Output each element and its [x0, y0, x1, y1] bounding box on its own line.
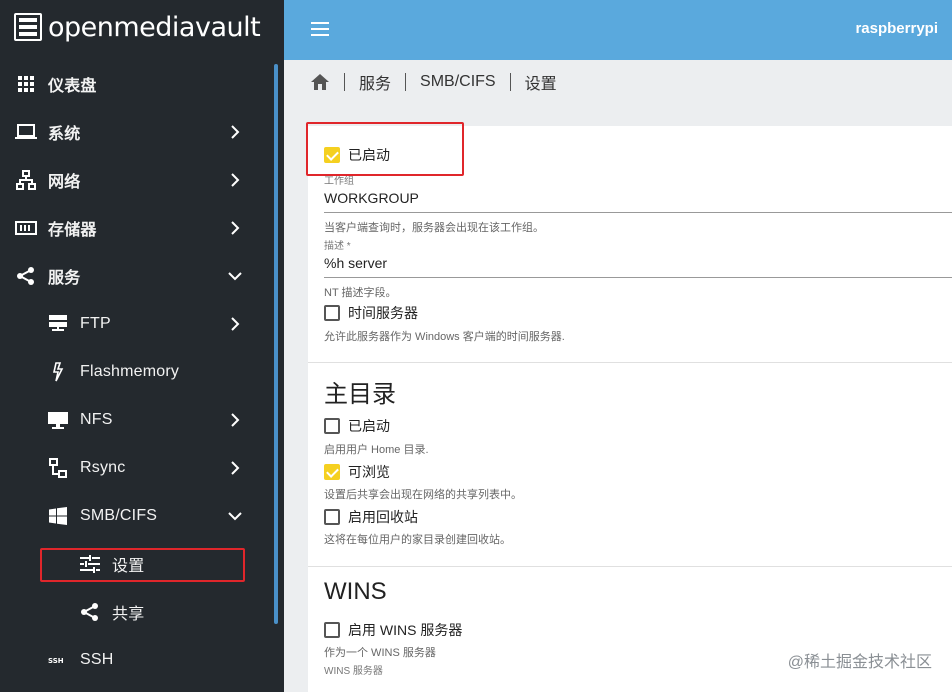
sidebar-item-label: 网络 [48, 174, 81, 191]
description-hint: NT 描述字段。 [324, 287, 397, 299]
recycle-hint: 这将在每位用户的家目录创建回收站。 [324, 534, 511, 546]
breadcrumb-item-current: 设置 [524, 76, 557, 93]
share-icon [14, 264, 38, 288]
breadcrumb-separator [509, 73, 511, 91]
sidebar-item-label: 共享 [112, 606, 145, 623]
breadcrumb-separator [405, 73, 407, 91]
home-icon[interactable] [310, 73, 330, 91]
sidebar-item-label: 仪表盘 [48, 78, 97, 95]
sidebar-item-label: FTP [80, 315, 111, 332]
sidebar-item-label: 服务 [48, 270, 81, 287]
sidebar-item-label: SMB/CIFS [80, 507, 158, 524]
sidebar-item-ftp[interactable]: FTP [0, 300, 270, 348]
flash-icon [46, 360, 70, 384]
sidebar-item-smb-shares[interactable]: 共享 [0, 588, 270, 636]
home-enabled-checkbox-row[interactable]: 已启动 [324, 416, 390, 436]
checkbox-label: 时间服务器 [348, 305, 418, 321]
laptop-icon [14, 120, 38, 144]
sidebar-item-dashboard[interactable]: 仪表盘 [0, 60, 270, 108]
recycle-checkbox[interactable] [324, 509, 340, 525]
wins-checkbox[interactable] [324, 622, 340, 638]
breadcrumb-item[interactable]: 服务 [359, 70, 391, 94]
enabled-highlight-box [306, 122, 464, 176]
wins-server-label: WINS 服务器 [324, 666, 383, 677]
watermark: @稀土掘金技术社区 [787, 654, 932, 671]
chevron-right-icon [226, 411, 244, 429]
sidebar-item-label: Rsync [80, 459, 126, 476]
menu-icon[interactable] [311, 22, 329, 36]
dashboard-grid-icon [14, 72, 38, 96]
chevron-down-icon [226, 507, 244, 525]
network-icon [14, 168, 38, 192]
hostname[interactable]: raspberrypi [855, 20, 938, 37]
checkbox-label: 启用回收站 [348, 509, 418, 525]
sidebar-item-ssh[interactable]: SSH SSH [0, 636, 270, 684]
sidebar-item-label: Flashmemory [80, 363, 180, 380]
chevron-right-icon [226, 315, 244, 333]
workgroup-field[interactable]: WORKGROUP [324, 190, 419, 206]
wins-section-title: WINS [324, 578, 387, 605]
sitemap-icon [46, 456, 70, 480]
active-item-highlight [40, 548, 245, 582]
sidebar-item-rsync[interactable]: Rsync [0, 444, 270, 492]
sidebar-item-services[interactable]: 服务 [0, 252, 270, 300]
browsable-checkbox-row[interactable]: 可浏览 [324, 462, 390, 482]
breadcrumb: 服务 SMB/CIFS 设置 [300, 62, 557, 102]
storage-icon [14, 216, 38, 240]
description-field[interactable]: %h server [324, 255, 387, 271]
breadcrumb-item[interactable]: SMB/CIFS [420, 73, 496, 91]
description-label: 描述 * [324, 241, 351, 252]
checkbox-label: 可浏览 [348, 464, 390, 480]
home-enabled-hint: 启用用户 Home 目录. [324, 444, 429, 456]
chevron-right-icon [226, 219, 244, 237]
checkbox-label: 启用 WINS 服务器 [348, 622, 463, 638]
browsable-checkbox[interactable] [324, 464, 340, 480]
sidebar-item-label: 系统 [48, 126, 81, 143]
top-bar: raspberrypi [284, 0, 952, 60]
home-enabled-checkbox[interactable] [324, 418, 340, 434]
sidebar: openmediavault 仪表盘 系统 网络 存储器 服务 FTP Flas… [0, 0, 284, 692]
windows-icon [46, 504, 70, 528]
time-server-checkbox-row[interactable]: 时间服务器 [324, 303, 418, 323]
wins-hint: 作为一个 WINS 服务器 [324, 647, 436, 659]
chevron-down-icon [226, 267, 244, 285]
chevron-right-icon [226, 123, 244, 141]
home-section-title: 主目录 [324, 381, 396, 408]
section-divider [308, 566, 952, 567]
recycle-checkbox-row[interactable]: 启用回收站 [324, 507, 418, 527]
sidebar-item-network[interactable]: 网络 [0, 156, 270, 204]
sidebar-scrollbar[interactable] [274, 64, 278, 624]
chevron-right-icon [226, 459, 244, 477]
time-server-hint: 允许此服务器作为 Windows 客户端的时间服务器. [324, 331, 565, 343]
ssh-icon: SSH [46, 648, 70, 672]
svg-text:SSH: SSH [48, 657, 64, 665]
monitor-icon [46, 408, 70, 432]
browsable-hint: 设置后共享会出现在网络的共享列表中。 [324, 489, 522, 501]
sidebar-item-storage[interactable]: 存储器 [0, 204, 270, 252]
settings-card: 已启动 工作组 WORKGROUP 当客户端查询时，服务器会出现在该工作组。 描… [308, 126, 952, 692]
sidebar-item-system[interactable]: 系统 [0, 108, 270, 156]
wins-checkbox-row[interactable]: 启用 WINS 服务器 [324, 620, 462, 640]
workgroup-hint: 当客户端查询时，服务器会出现在该工作组。 [324, 222, 544, 234]
sidebar-item-nfs[interactable]: NFS [0, 396, 270, 444]
field-underline [324, 277, 952, 278]
logo[interactable]: openmediavault [14, 10, 261, 44]
sidebar-item-label: SSH [80, 651, 114, 668]
sidebar-item-flashmemory[interactable]: Flashmemory [0, 348, 270, 396]
breadcrumb-separator [344, 73, 345, 91]
section-divider [308, 362, 952, 363]
omv-logo-icon [14, 13, 42, 41]
checkbox-label: 已启动 [348, 418, 390, 434]
sidebar-item-label: NFS [80, 411, 113, 428]
sidebar-item-smb-cifs[interactable]: SMB/CIFS [0, 492, 270, 540]
logo-text: openmediavault [48, 11, 261, 43]
sidebar-item-label: 存储器 [48, 222, 97, 239]
chevron-right-icon [226, 171, 244, 189]
server-icon [46, 312, 70, 336]
share-icon [78, 600, 102, 624]
time-server-checkbox[interactable] [324, 305, 340, 321]
field-underline [324, 212, 952, 213]
